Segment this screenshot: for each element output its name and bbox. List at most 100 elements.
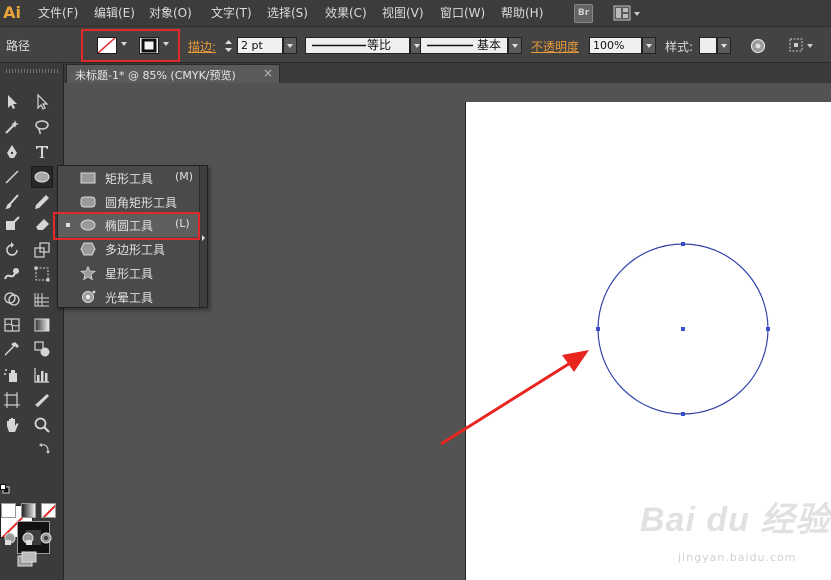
opacity-input[interactable]: 100% [589, 37, 642, 54]
line-icon [5, 170, 19, 184]
zoom-tool[interactable] [31, 414, 53, 436]
spinner-arrows-icon [225, 40, 232, 52]
flyout-tearoff-arrow[interactable] [202, 235, 205, 241]
column-graph-tool[interactable] [31, 364, 53, 386]
swap-arrows-icon [39, 443, 50, 454]
scale-tool[interactable] [31, 239, 53, 261]
zoom-icon [34, 417, 50, 433]
graphic-style-swatch[interactable] [699, 37, 717, 54]
hand-icon [7, 418, 19, 432]
line-segment-tool[interactable] [1, 166, 23, 188]
rotate-tool[interactable] [1, 239, 23, 261]
menu-view[interactable]: 视图(V) [382, 5, 424, 22]
opacity-dropdown[interactable] [642, 37, 656, 54]
hand-tool[interactable] [1, 414, 23, 436]
drawing-modes[interactable] [2, 529, 58, 547]
lasso-tool[interactable] [31, 116, 53, 138]
graphic-style-label: 样式: [665, 40, 694, 54]
default-colors-button[interactable] [0, 483, 10, 494]
swap-fill-stroke-button[interactable] [38, 441, 52, 455]
pencil-icon [35, 195, 49, 209]
opacity-label[interactable]: 不透明度 [531, 38, 579, 55]
pen-tool[interactable] [1, 141, 23, 163]
brush-dropdown[interactable] [508, 37, 522, 54]
selection-arrow-icon [8, 95, 17, 109]
bridge-button[interactable]: Br [574, 4, 593, 23]
flyout-item-label: 矩形工具 [105, 172, 154, 186]
perspective-grid-icon [34, 293, 49, 307]
magic-wand-tool[interactable] [1, 116, 23, 138]
arrange-documents-button[interactable] [613, 4, 643, 23]
eyedropper-tool[interactable] [1, 338, 23, 360]
menu-select[interactable]: 选择(S) [267, 5, 308, 22]
rounded-rectangle-icon [80, 196, 96, 208]
pen-icon [7, 145, 17, 158]
type-icon [36, 146, 48, 158]
stroke-label[interactable]: 描边: [188, 38, 216, 55]
recolor-artwork-button[interactable] [749, 37, 767, 55]
screen-mode-icon [17, 551, 37, 567]
document-tab[interactable]: 未标题-1* @ 85% (CMYK/预览) × [66, 64, 280, 83]
stroke-weight-input[interactable]: 2 pt [237, 37, 283, 54]
flyout-item-star[interactable]: 星形工具 [58, 261, 200, 285]
warp-tool[interactable] [1, 263, 23, 285]
selection-type-label: 路径 [6, 39, 31, 53]
blob-brush-tool[interactable] [1, 213, 23, 235]
panel-grip[interactable] [6, 69, 58, 73]
ellipse-tool[interactable] [31, 166, 53, 188]
transform-reference-button[interactable] [787, 36, 817, 55]
paintbrush-tool[interactable] [1, 191, 23, 213]
gradient-tool[interactable] [31, 314, 53, 336]
artboard-icon [4, 392, 20, 408]
flyout-item-polygon[interactable]: 多边形工具 [58, 237, 200, 261]
color-wheel-icon [750, 38, 766, 54]
warp-icon [4, 268, 19, 280]
watermark-brand: Bai du 经验 [640, 501, 831, 539]
flyout-item-label: 星形工具 [105, 267, 154, 281]
blend-tool[interactable] [31, 338, 53, 360]
type-tool[interactable] [31, 141, 53, 163]
flyout-item-rounded-rectangle[interactable]: 圆角矩形工具 [58, 190, 200, 214]
stroke-weight-dropdown[interactable] [283, 37, 297, 54]
menu-file[interactable]: 文件(F) [38, 5, 78, 22]
mesh-tool[interactable] [1, 314, 23, 336]
blend-icon [34, 341, 50, 357]
brush-label: 基本 [477, 38, 502, 52]
perspective-grid-tool[interactable] [31, 288, 53, 310]
artboard-tool[interactable] [1, 389, 23, 411]
shape-builder-icon [4, 292, 20, 306]
menu-type[interactable]: 文字(T) [211, 5, 252, 22]
flyout-item-rectangle[interactable]: 矩形工具 (M) [58, 166, 200, 190]
rotate-icon [6, 242, 18, 256]
flyout-item-label: 多边形工具 [105, 243, 166, 257]
menu-edit[interactable]: 编辑(E) [94, 5, 135, 22]
profile-line-icon [312, 44, 366, 47]
menu-window[interactable]: 窗口(W) [440, 5, 485, 22]
stroke-weight-spinner[interactable] [222, 37, 235, 55]
slice-tool[interactable] [31, 389, 53, 411]
draw-modes-icon [4, 532, 52, 545]
change-screen-mode-button[interactable] [16, 550, 38, 568]
magic-wand-icon [5, 120, 19, 134]
brush-definition-select[interactable]: 基本 [420, 37, 508, 54]
menu-effect[interactable]: 效果(C) [325, 5, 367, 22]
eyedropper-icon [5, 342, 19, 356]
scale-icon [34, 242, 50, 258]
menu-object[interactable]: 对象(O) [149, 5, 192, 22]
shape-builder-tool[interactable] [1, 288, 23, 310]
close-tab-icon[interactable]: × [263, 66, 273, 80]
eraser-tool[interactable] [31, 213, 53, 235]
free-transform-tool[interactable] [31, 263, 53, 285]
transform-grid-icon [789, 38, 813, 52]
pencil-tool[interactable] [31, 191, 53, 213]
graphic-style-dropdown[interactable] [717, 37, 731, 54]
color-mode-button[interactable] [1, 503, 16, 518]
menu-help[interactable]: 帮助(H) [501, 5, 543, 22]
selection-tool[interactable] [1, 91, 23, 113]
variable-width-profile-select[interactable]: 等比 [305, 37, 410, 54]
symbol-sprayer-tool[interactable] [1, 364, 23, 386]
none-mode-button[interactable] [41, 503, 56, 518]
direct-selection-tool[interactable] [31, 91, 53, 113]
gradient-mode-button[interactable] [21, 503, 36, 518]
flyout-item-flare[interactable]: 光晕工具 [58, 285, 200, 309]
